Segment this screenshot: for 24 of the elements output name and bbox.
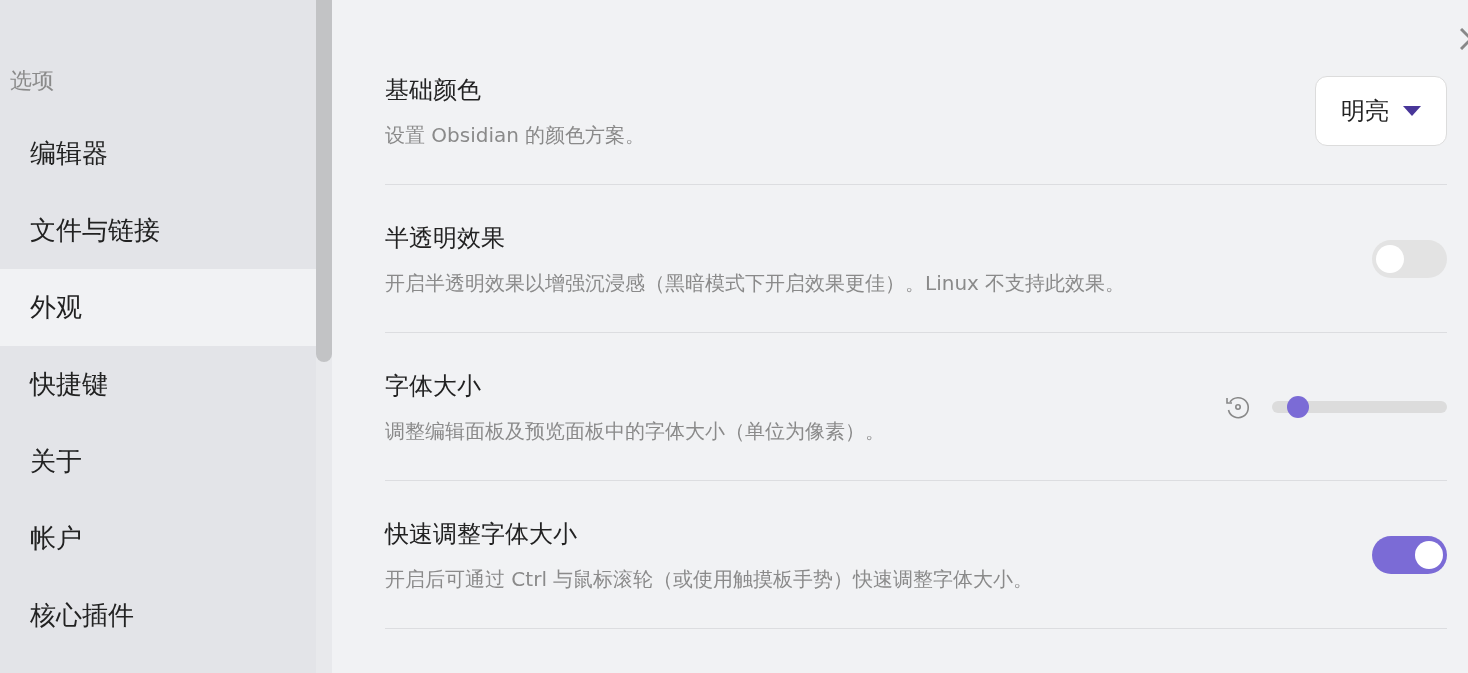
sidebar-item[interactable]: 关于	[0, 423, 316, 500]
caret-icon	[1403, 105, 1421, 116]
setting-description: 设置 Obsidian 的颜色方案。	[385, 121, 646, 149]
sidebar-item[interactable]: 核心插件	[0, 577, 316, 654]
sidebar-heading: 选项	[10, 67, 54, 95]
slider-thumb[interactable]	[1287, 395, 1310, 418]
font-size-slider[interactable]	[1272, 395, 1447, 418]
setting-title: 半透明效果	[385, 222, 506, 254]
sidebar-item[interactable]: 帐户	[0, 500, 316, 577]
sidebar-item[interactable]: 快捷键	[0, 346, 316, 423]
sidebar-item[interactable]: 编辑器	[0, 115, 316, 192]
toggle-switch[interactable]	[1372, 535, 1447, 574]
scrollbar-thumb[interactable]	[316, 0, 332, 362]
sidebar-item[interactable]: 外观	[0, 269, 316, 346]
setting-title: 字体大小	[385, 370, 482, 402]
setting-description: 开启后可通过 Ctrl 与鼠标滚轮（或使用触摸板手势）快速调整字体大小。	[385, 565, 1034, 593]
setting-description: 调整编辑面板及预览面板中的字体大小（单位为像素）。	[385, 417, 885, 445]
setting-title: 基础颜色	[385, 74, 482, 106]
sidebar-item[interactable]: 文件与链接	[0, 192, 316, 269]
setting-description: 开启半透明效果以增强沉浸感（黑暗模式下开启效果更佳）。Linux 不支持此效果。	[385, 269, 1126, 297]
color-scheme-dropdown[interactable]: 明亮	[1315, 75, 1447, 146]
setting-title: 快速调整字体大小	[385, 518, 578, 550]
close-icon[interactable]	[1460, 28, 1468, 50]
toggle-switch[interactable]	[1372, 239, 1447, 278]
